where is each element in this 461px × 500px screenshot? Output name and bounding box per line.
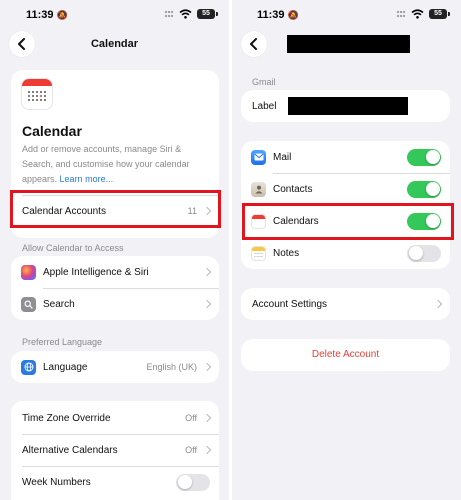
wifi-icon [179, 9, 192, 19]
calendar-intro-card: Calendar Add or remove accounts, manage … [11, 70, 219, 238]
cellular-dots-icon [164, 10, 174, 18]
back-button[interactable] [241, 31, 267, 57]
mail-label: Mail [273, 151, 292, 163]
account-settings-label: Account Settings [252, 298, 328, 310]
language-value: English (UK) [146, 362, 197, 372]
notes-row: Notes [241, 237, 450, 269]
status-time: 11:39 🔕 [26, 9, 68, 21]
language-row[interactable]: Language English (UK) [11, 351, 219, 383]
services-card: Mail Contacts Calendars Notes [241, 141, 450, 269]
language-label: Language [43, 361, 88, 373]
battery-icon: 55 [197, 9, 218, 19]
intro-title: Calendar [22, 123, 82, 139]
status-time: 11:39 🔕 [257, 9, 299, 21]
redacted-account-title [287, 35, 410, 53]
battery-icon: 55 [429, 9, 450, 19]
apple-intelligence-icon [21, 264, 36, 280]
time-zone-override-label: Time Zone Override [22, 412, 111, 424]
week-numbers-label: Week Numbers [22, 476, 91, 488]
week-numbers-toggle[interactable] [176, 473, 210, 491]
contacts-toggle[interactable] [407, 180, 441, 198]
delete-account-card: Delete Account [241, 339, 450, 371]
calendar-accounts-row[interactable]: Calendar Accounts 11 [11, 195, 219, 227]
chevron-right-icon [202, 267, 212, 277]
section-header-access: Allow Calendar to Access [22, 243, 124, 253]
notes-icon [251, 245, 266, 261]
label-row-label: Label [252, 100, 277, 112]
learn-more-link[interactable]: Learn more... [60, 174, 114, 184]
calendars-toggle[interactable] [407, 212, 441, 230]
section-header-language: Preferred Language [22, 337, 103, 347]
label-card: Label [241, 90, 450, 122]
calendar-app-icon [21, 78, 53, 110]
apple-intelligence-row[interactable]: Apple Intelligence & Siri [11, 256, 219, 288]
calendars-label: Calendars [273, 215, 319, 227]
status-time-text: 11:39 [26, 9, 54, 21]
status-icons: 55 [164, 9, 218, 19]
bell-slash-icon: 🔕 [56, 10, 68, 20]
status-icons: 55 [396, 9, 450, 19]
right-screen: 11:39 🔕 55 Gmail Label Mail Contacts Cal… [232, 0, 461, 500]
contacts-icon [251, 181, 266, 197]
left-screen: 11:39 🔕 55 Calendar Calendar Add or remov… [0, 0, 229, 500]
mail-toggle[interactable] [407, 148, 441, 166]
calendar-icon [251, 213, 266, 229]
search-label: Search [43, 298, 75, 310]
globe-icon [21, 359, 36, 375]
chevron-right-icon [202, 445, 212, 455]
account-settings-card: Account Settings [241, 288, 450, 320]
chevron-right-icon [202, 206, 212, 216]
chevron-right-icon [202, 413, 212, 423]
alternative-calendars-row[interactable]: Alternative Calendars Off [11, 434, 219, 466]
alternative-calendars-label: Alternative Calendars [22, 444, 118, 456]
chevron-right-icon [202, 299, 212, 309]
calendar-accounts-count: 11 [187, 206, 197, 216]
wifi-icon [411, 9, 424, 19]
cellular-dots-icon [396, 10, 406, 18]
contacts-label: Contacts [273, 183, 313, 195]
status-bar: 11:39 🔕 55 [232, 0, 461, 30]
alternative-calendars-value: Off [185, 445, 197, 455]
calendars-row: Calendars [241, 205, 450, 237]
week-numbers-row: Week Numbers [11, 466, 219, 498]
time-zone-override-value: Off [185, 413, 197, 423]
section-header-gmail: Gmail [252, 77, 276, 87]
redacted-label-value [288, 97, 408, 115]
intro-description: Add or remove accounts, manage Siri & Se… [22, 142, 212, 187]
calendar-options-card: Time Zone Override Off Alternative Calen… [11, 401, 219, 500]
mail-icon [251, 149, 266, 165]
language-card: Language English (UK) [11, 351, 219, 383]
contacts-row: Contacts [241, 173, 450, 205]
bell-slash-icon: 🔕 [287, 10, 299, 20]
delete-account-button[interactable]: Delete Account [241, 349, 450, 360]
notes-toggle[interactable] [407, 244, 441, 262]
account-settings-row[interactable]: Account Settings [241, 288, 450, 320]
chevron-right-icon [433, 299, 443, 309]
status-time-text: 11:39 [257, 9, 285, 21]
status-bar: 11:39 🔕 55 [0, 0, 229, 30]
access-card: Apple Intelligence & Siri Search [11, 256, 219, 320]
search-icon [21, 296, 36, 312]
apple-intelligence-label: Apple Intelligence & Siri [43, 266, 149, 278]
time-zone-override-row[interactable]: Time Zone Override Off [11, 402, 219, 434]
page-title: Calendar [90, 38, 139, 50]
search-row[interactable]: Search [11, 288, 219, 320]
calendar-accounts-label: Calendar Accounts [22, 205, 106, 217]
chevron-left-icon [250, 38, 257, 50]
notes-label: Notes [273, 247, 300, 259]
chevron-right-icon [202, 362, 212, 372]
mail-row: Mail [241, 141, 450, 173]
